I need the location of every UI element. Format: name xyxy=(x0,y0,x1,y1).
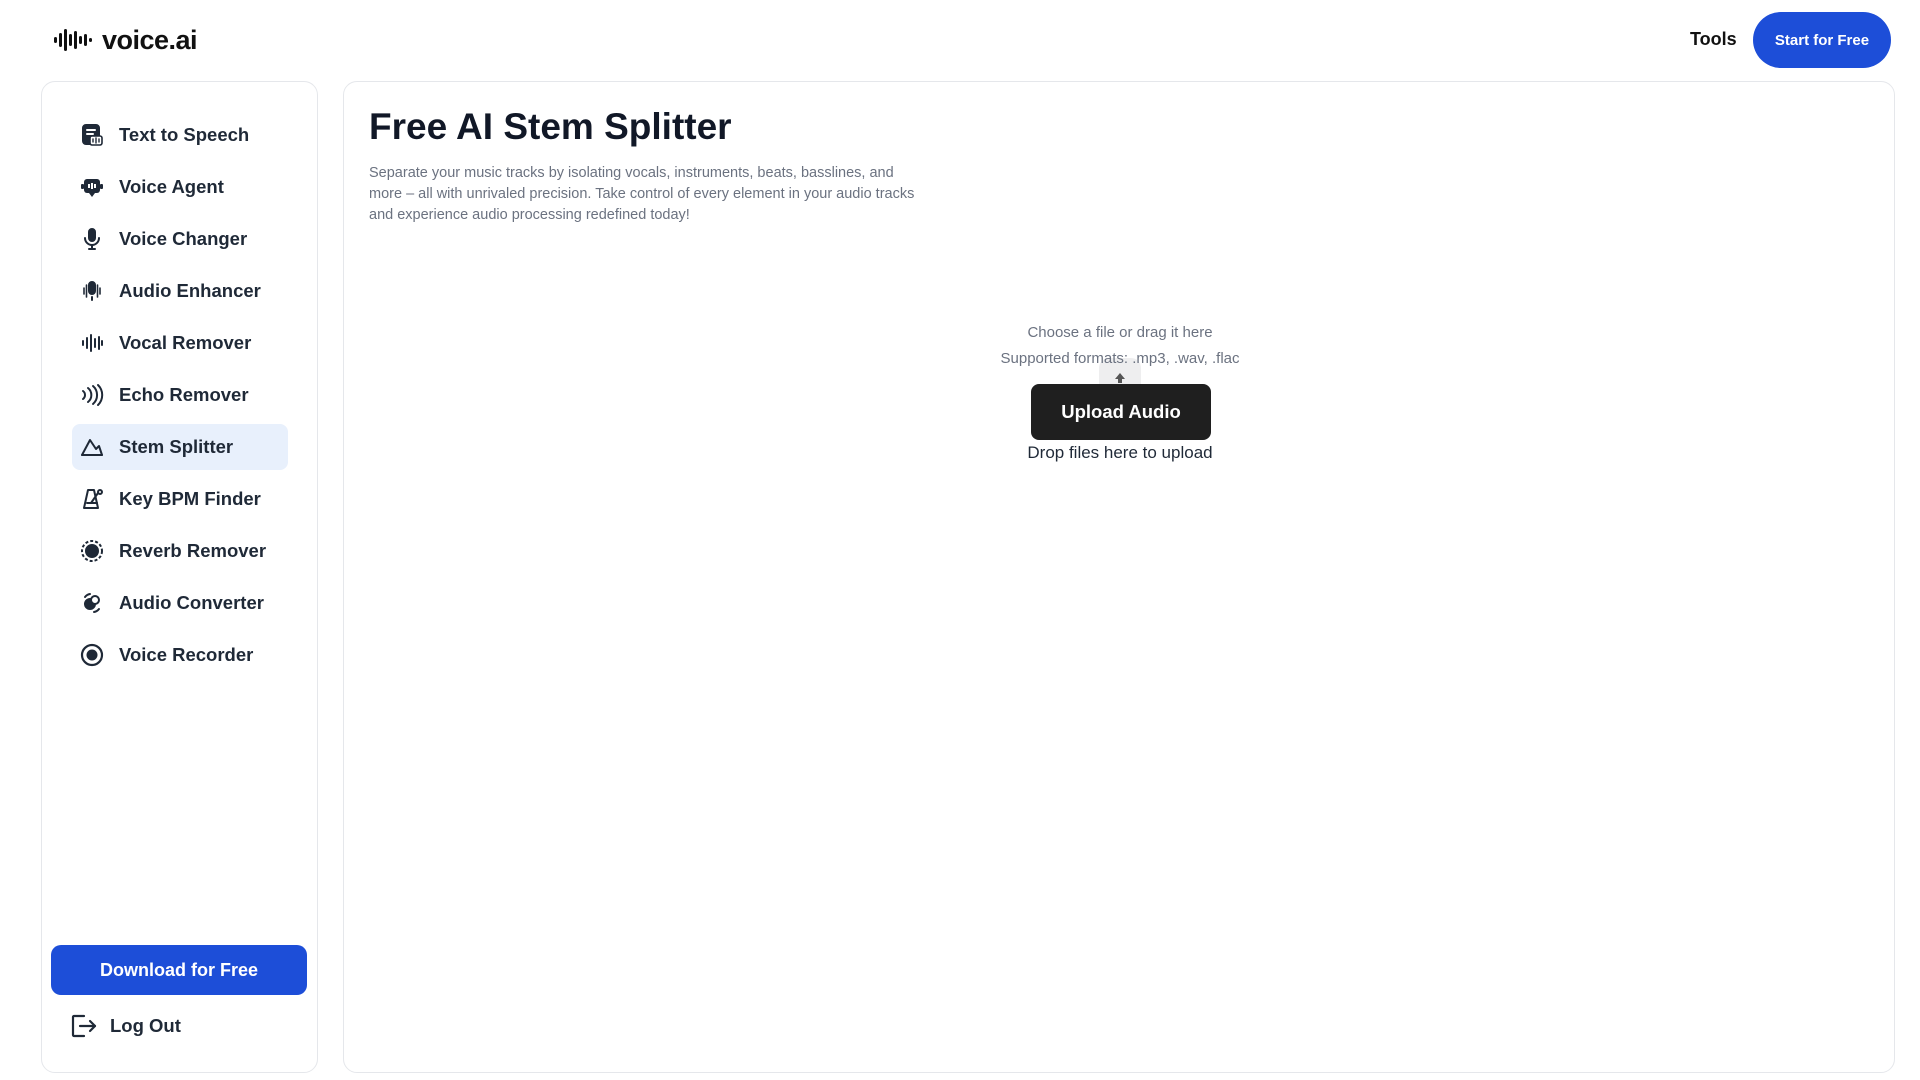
voice-agent-icon xyxy=(80,175,104,199)
text-to-speech-icon xyxy=(80,123,104,147)
waveform-logo-icon xyxy=(54,29,92,51)
sidebar-item-label: Audio Converter xyxy=(119,592,264,613)
sidebar-item-label: Audio Enhancer xyxy=(119,280,261,301)
sidebar-item-echo-remover[interactable]: Echo Remover xyxy=(72,372,288,418)
sidebar-item-label: Vocal Remover xyxy=(119,332,252,353)
sidebar-item-vocal-remover[interactable]: Vocal Remover xyxy=(72,320,288,366)
sidebar-item-key-bpm-finder[interactable]: Key BPM Finder xyxy=(72,476,288,522)
sidebar-item-audio-enhancer[interactable]: Audio Enhancer xyxy=(72,268,288,314)
log-out-button[interactable]: Log Out xyxy=(70,1012,181,1040)
sidebar-item-label: Voice Changer xyxy=(119,228,248,249)
waveform-icon xyxy=(80,331,104,355)
convert-icon xyxy=(80,591,104,615)
brand-name: voice.ai xyxy=(102,24,198,55)
upload-audio-button[interactable]: Upload Audio xyxy=(1031,384,1211,440)
brand-logo[interactable]: voice.ai xyxy=(54,24,198,55)
sidebar-item-reverb-remover[interactable]: Reverb Remover xyxy=(72,528,288,574)
page-description: Separate your music tracks by isolating … xyxy=(369,165,915,223)
stem-splitter-icon xyxy=(80,435,104,459)
sidebar-item-label: Text to Speech xyxy=(119,124,250,145)
start-for-free-button[interactable]: Start for Free xyxy=(1753,12,1891,68)
sidebar-item-voice-changer[interactable]: Voice Changer xyxy=(72,216,288,262)
audio-enhancer-icon xyxy=(80,279,104,303)
tools-link[interactable]: Tools xyxy=(1690,29,1737,50)
sidebar-item-label: Voice Recorder xyxy=(119,644,254,665)
upload-hint: Choose a file or drag it here xyxy=(1027,324,1213,341)
microphone-icon xyxy=(80,227,104,251)
sidebar-item-text-to-speech[interactable]: Text to Speech xyxy=(72,112,288,158)
sidebar-item-label: Key BPM Finder xyxy=(119,488,261,509)
sidebar-item-stem-splitter[interactable]: Stem Splitter xyxy=(72,424,288,470)
sidebar-item-label: Reverb Remover xyxy=(119,540,267,561)
logout-icon xyxy=(71,1014,97,1038)
sidebar-item-voice-recorder[interactable]: Voice Recorder xyxy=(72,632,288,678)
supported-formats: Supported formats: .mp3, .wav, .flac xyxy=(1000,350,1240,367)
main-panel: Free AI Stem Splitter Separate your musi… xyxy=(343,81,1895,1073)
sidebar-item-label: Voice Agent xyxy=(119,176,224,197)
metronome-icon xyxy=(80,487,104,511)
sidebar-item-label: Stem Splitter xyxy=(119,436,234,457)
record-icon xyxy=(80,643,104,667)
reverb-icon xyxy=(80,539,104,563)
echo-icon xyxy=(80,383,104,407)
sidebar-item-audio-converter[interactable]: Audio Converter xyxy=(72,580,288,626)
download-for-free-button[interactable]: Download for Free xyxy=(51,945,307,995)
sidebar: Text to Speech Voice Agent Voice Changer… xyxy=(41,81,318,1073)
page-title: Free AI Stem Splitter xyxy=(369,106,732,147)
log-out-label: Log Out xyxy=(110,1015,181,1036)
drop-files-text: Drop files here to upload xyxy=(1027,443,1213,462)
sidebar-item-label: Echo Remover xyxy=(119,384,249,405)
top-bar: voice.ai Tools Start for Free xyxy=(0,0,1920,80)
sidebar-item-voice-agent[interactable]: Voice Agent xyxy=(72,164,288,210)
